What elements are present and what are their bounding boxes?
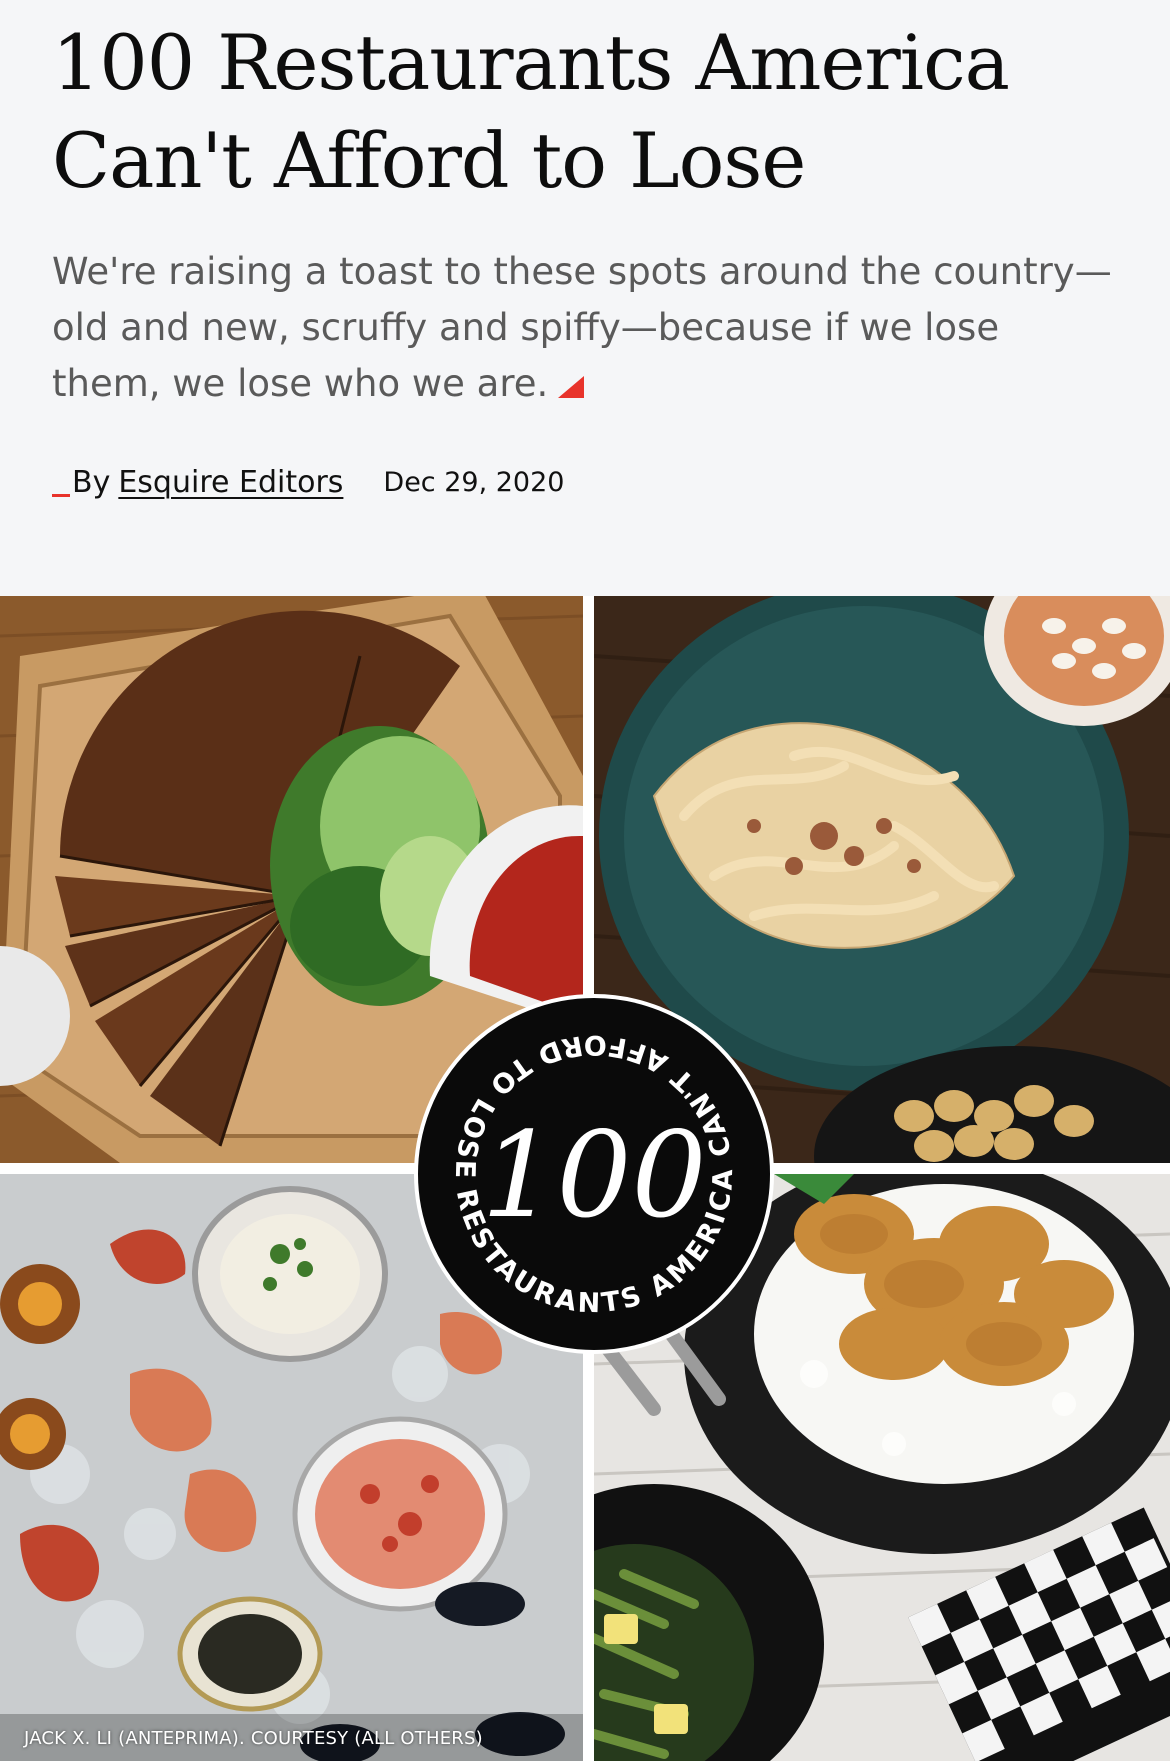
byline-label: By (72, 464, 111, 500)
article-title: 100 Restaurants America Can't Afford to … (52, 18, 1010, 205)
byline-accent (52, 493, 70, 497)
publish-date: Dec 29, 2020 (383, 466, 565, 498)
corner-triangle-icon (558, 376, 585, 398)
photo-credit: JACK X. LI (ANTEPRIMA). COURTESY (ALL OT… (24, 1728, 483, 1749)
badge-100: RESTAURANTS AMERICA CAN'T AFFORD TO LOSE… (403, 970, 774, 1354)
byline: By Esquire Editors Dec 29, 2020 (52, 460, 564, 504)
hero-image[interactable]: RESTAURANTS AMERICA CAN'T AFFORD TO LOSE… (0, 596, 1170, 1761)
article-dek: We're raising a toast to these spots aro… (52, 244, 1112, 412)
author-link[interactable]: Esquire Editors (118, 465, 343, 500)
badge-number: 100 (481, 1106, 706, 1244)
article-header: 100 Restaurants America Can't Afford to … (0, 0, 1170, 596)
